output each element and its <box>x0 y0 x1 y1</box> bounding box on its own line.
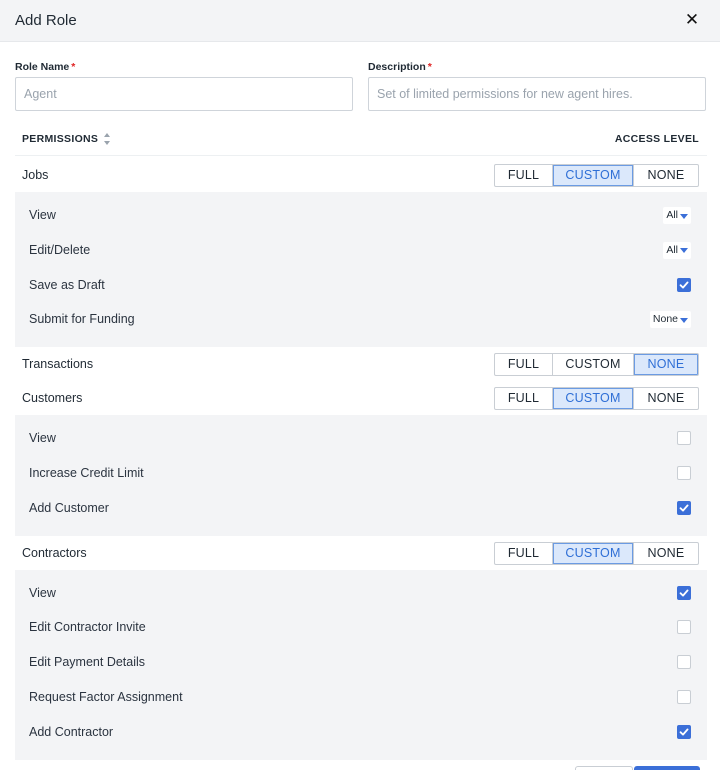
permission-label: View <box>29 431 56 446</box>
permission-label: Request Factor Assignment <box>29 689 183 704</box>
save-button[interactable] <box>634 766 700 770</box>
access-level-toggle: FULL CUSTOM NONE <box>494 541 699 565</box>
category-label: Jobs <box>22 168 49 182</box>
caret-down-icon <box>680 213 688 219</box>
access-level-toggle: FULL CUSTOM NONE <box>494 387 699 411</box>
permission-row-add-contractor: Add Contractor <box>15 715 707 749</box>
required-mark: * <box>427 61 432 73</box>
subpermissions-panel-contractors: View Edit Contractor Invite Edit Payment D… <box>15 569 707 760</box>
category-row-contractors: Contractors FULL CUSTOM NONE <box>15 535 707 570</box>
permission-label: Edit Payment Details <box>29 655 146 670</box>
sort-icon[interactable] <box>103 132 111 146</box>
close-icon[interactable]: ✕ <box>684 11 700 29</box>
permission-label: Add Customer <box>29 500 109 515</box>
access-option-none[interactable]: NONE <box>633 388 698 410</box>
role-name-label: Role Name * <box>15 61 75 73</box>
permission-row-view: View <box>15 421 707 455</box>
permission-checkbox[interactable] <box>677 465 691 480</box>
permission-row-submit-for-funding: Submit for Funding None <box>15 302 707 336</box>
modal-title: Add Role <box>15 12 77 29</box>
permission-row-edit-delete: Edit/Delete All <box>15 233 707 267</box>
access-option-full[interactable]: FULL <box>495 354 552 375</box>
modal-header: Add Role ✕ <box>0 0 720 42</box>
permission-label: Add Contractor <box>29 724 114 739</box>
permission-row-view: View <box>15 576 707 610</box>
access-level-toggle: FULL CUSTOM NONE <box>494 353 699 377</box>
access-option-full[interactable]: FULL <box>495 388 552 409</box>
permission-label: Save as Draft <box>29 277 105 292</box>
permission-checkbox[interactable] <box>677 500 691 515</box>
permission-row-increase-credit-limit: Increase Credit Limit <box>15 456 707 490</box>
access-level-column-title: ACCESS LEVEL <box>614 133 699 145</box>
permission-row-save-as-draft: Save as Draft <box>15 268 707 302</box>
permission-row-request-factor-assignment: Request Factor Assignment <box>15 680 707 714</box>
permission-label: Edit/Delete <box>29 242 91 257</box>
description-input[interactable] <box>368 77 706 111</box>
required-mark: * <box>71 61 76 73</box>
access-option-custom[interactable]: CUSTOM <box>552 542 633 564</box>
access-option-custom[interactable]: CUSTOM <box>552 354 633 376</box>
category-label: Contractors <box>22 545 87 560</box>
select-value: None <box>652 313 678 326</box>
permissions-header: PERMISSIONS ACCESS LEVEL <box>15 128 707 156</box>
permission-checkbox[interactable] <box>677 431 691 446</box>
permission-row-edit-payment-details: Edit Payment Details <box>15 645 707 679</box>
access-option-none[interactable]: NONE <box>633 354 698 376</box>
permission-row-add-customer: Add Customer <box>15 491 707 525</box>
permission-checkbox[interactable] <box>677 620 691 635</box>
caret-down-icon <box>680 317 688 323</box>
permission-label: View <box>29 208 56 222</box>
subpermissions-panel-jobs: View All Edit/Delete All Save as Draft Submit… <box>15 192 707 348</box>
subpermissions-panel-customers: View Increase Credit Limit Add Customer <box>15 415 707 536</box>
permission-checkbox[interactable] <box>677 689 691 704</box>
permission-label: View <box>29 585 56 600</box>
category-label: Transactions <box>22 357 94 372</box>
access-option-full[interactable]: FULL <box>495 165 552 186</box>
permission-checkbox[interactable] <box>677 724 691 739</box>
category-row-transactions: Transactions FULL CUSTOM NONE <box>15 347 707 382</box>
select-value: All <box>666 243 678 256</box>
access-level-toggle: FULL CUSTOM NONE <box>494 164 699 187</box>
caret-down-icon <box>680 248 688 254</box>
permission-scope-select[interactable]: All <box>663 241 691 259</box>
permission-checkbox[interactable] <box>677 277 691 292</box>
permission-scope-select[interactable]: All <box>663 207 691 224</box>
access-option-none[interactable]: NONE <box>633 542 698 564</box>
select-value: All <box>666 209 678 221</box>
permission-label: Edit Contractor Invite <box>29 620 146 635</box>
role-name-input[interactable] <box>15 77 353 111</box>
checkmark-icon <box>679 728 689 736</box>
permission-checkbox[interactable] <box>677 655 691 670</box>
checkmark-icon <box>679 281 689 289</box>
access-option-full[interactable]: FULL <box>495 543 552 564</box>
permission-label: Submit for Funding <box>29 312 135 327</box>
category-label: Customers <box>22 391 83 406</box>
permission-scope-select[interactable]: None <box>649 311 691 329</box>
cancel-button[interactable] <box>575 766 633 770</box>
checkmark-icon <box>679 589 689 597</box>
checkmark-icon <box>679 504 689 512</box>
permission-checkbox[interactable] <box>677 585 691 600</box>
permissions-column-title: PERMISSIONS <box>22 133 99 145</box>
access-option-none[interactable]: NONE <box>633 165 698 186</box>
description-label-text: Description <box>368 61 426 73</box>
access-option-custom[interactable]: CUSTOM <box>552 388 633 410</box>
access-option-custom[interactable]: CUSTOM <box>552 165 633 186</box>
category-row-jobs: Jobs FULL CUSTOM NONE <box>15 158 707 192</box>
role-name-label-text: Role Name <box>15 61 70 73</box>
permission-row-edit-contractor-invite: Edit Contractor Invite <box>15 610 707 644</box>
permission-row-view: View All <box>15 198 707 232</box>
permission-label: Increase Credit Limit <box>29 465 144 480</box>
description-label: Description * <box>368 61 432 73</box>
category-row-customers: Customers FULL CUSTOM NONE <box>15 381 707 416</box>
